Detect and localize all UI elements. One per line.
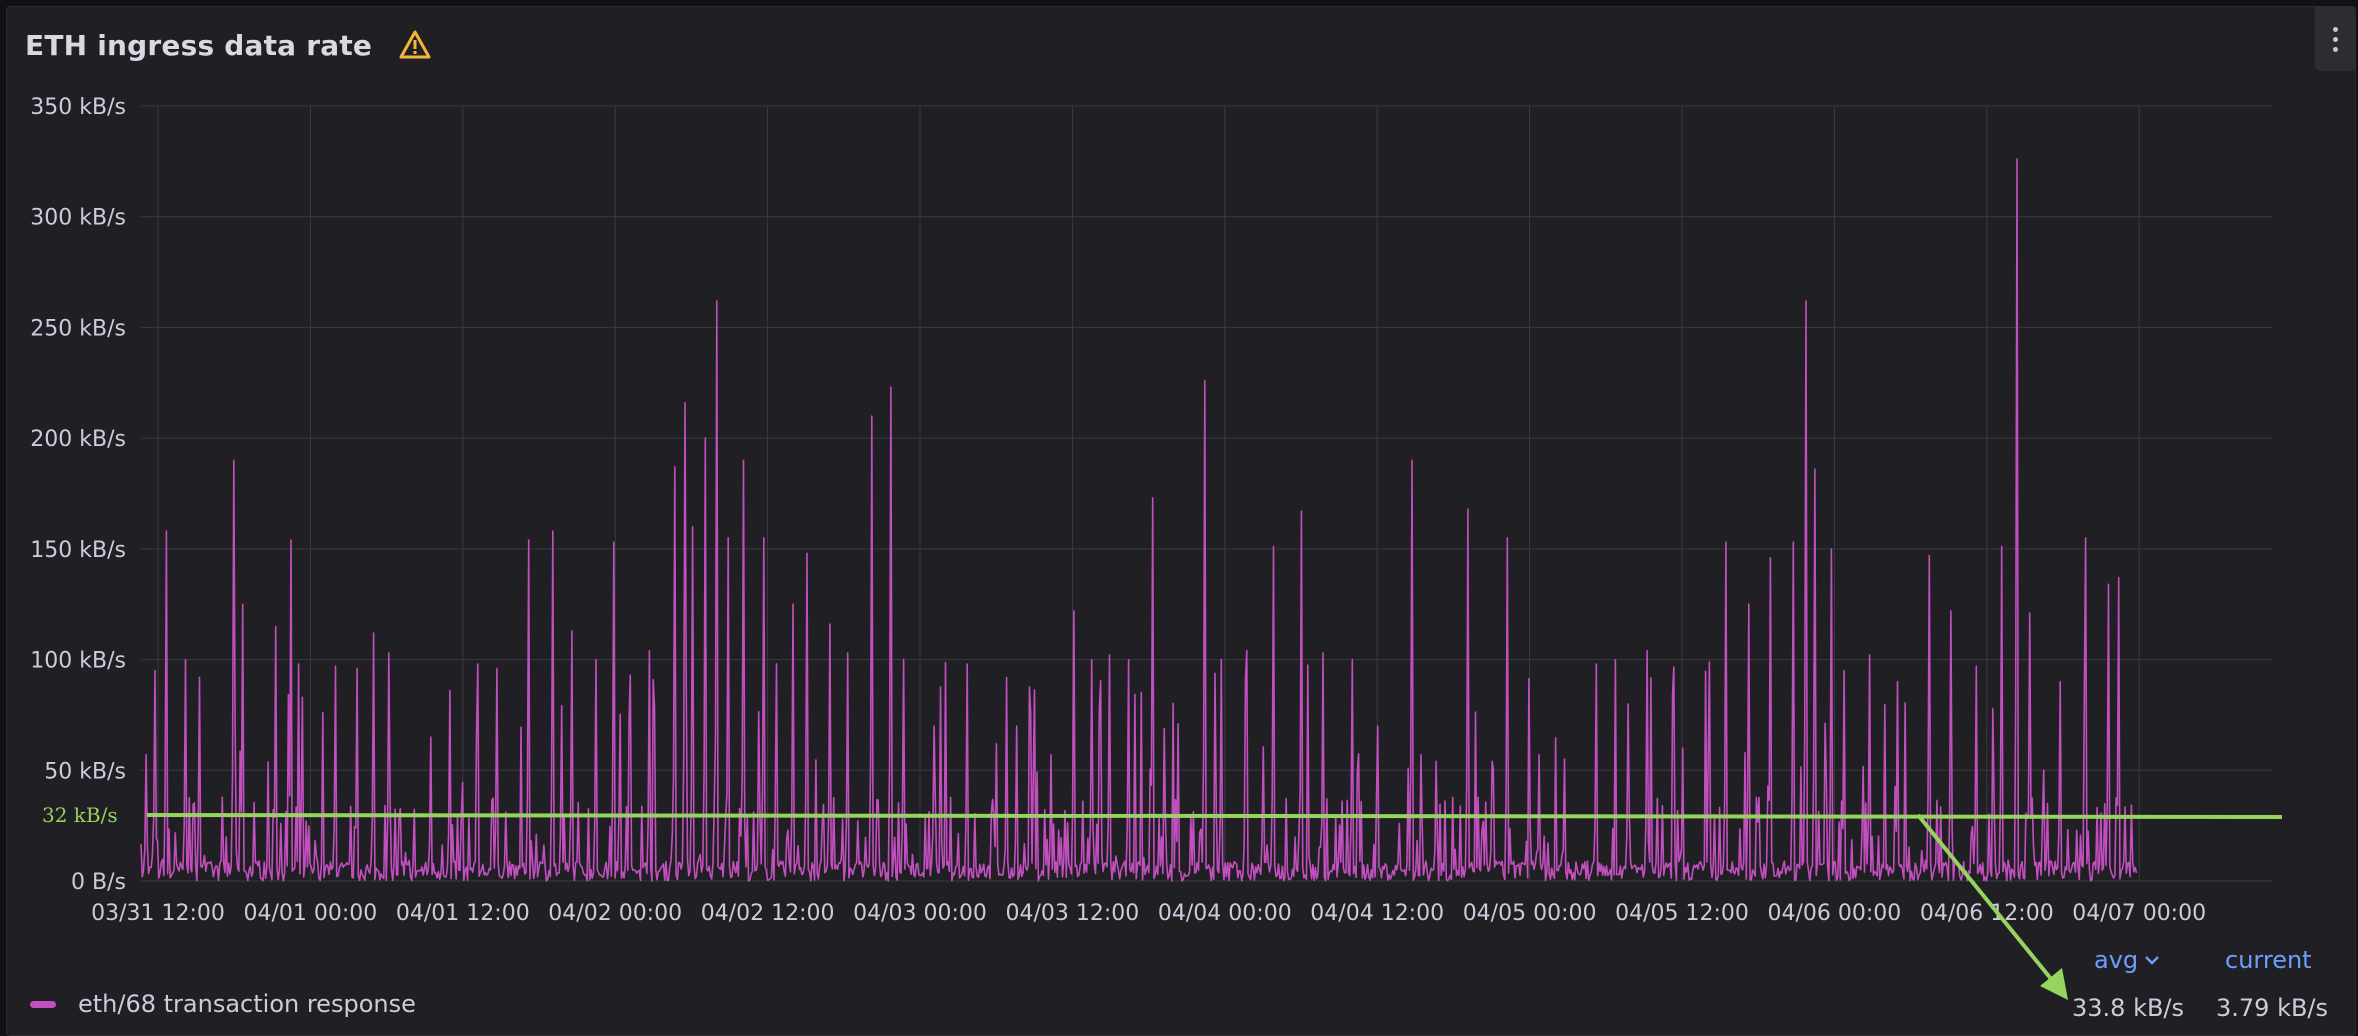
chevron-down-icon (2145, 956, 2160, 965)
x-tick-label: 04/01 00:00 (244, 901, 378, 926)
x-tick-label: 04/01 12:00 (396, 901, 530, 926)
x-tick-label: 04/06 12:00 (1920, 901, 2054, 926)
legend-header-current[interactable]: current (2225, 946, 2312, 974)
y-tick-label: 300 kB/s (30, 206, 126, 231)
x-tick-label: 04/02 12:00 (701, 901, 835, 926)
legend-series-name: eth/68 transaction response (78, 990, 416, 1018)
x-axis: 03/31 12:00 04/01 00:00 04/01 12:00 04/02 0… (91, 901, 2206, 926)
time-series-chart[interactable]: 0 B/s 50 kB/s 100 kB/s 150 kB/s 200 kB/s 250 … (0, 0, 2358, 1036)
y-tick-label: 150 kB/s (30, 538, 126, 563)
x-tick-label: 04/06 00:00 (1768, 901, 1902, 926)
y-tick-label: 350 kB/s (30, 95, 126, 120)
y-tick-label: 0 B/s (71, 870, 126, 895)
x-tick-label: 03/31 12:00 (91, 901, 225, 926)
y-tick-label: 200 kB/s (30, 427, 126, 452)
annotation-label: 32 kB/s (42, 803, 118, 827)
x-tick-label: 04/03 00:00 (853, 901, 987, 926)
x-tick-label: 04/05 12:00 (1615, 901, 1749, 926)
y-tick-label: 250 kB/s (30, 316, 126, 341)
legend-header-avg[interactable]: avg (2094, 946, 2160, 974)
legend-header-avg-label: avg (2094, 946, 2139, 974)
legend-value-avg: 33.8 kB/s (2072, 994, 2185, 1022)
x-tick-label: 04/07 00:00 (2072, 901, 2206, 926)
legend-value-current: 3.79 kB/s (2216, 994, 2329, 1022)
x-tick-label: 04/05 00:00 (1463, 901, 1597, 926)
y-axis: 0 B/s 50 kB/s 100 kB/s 150 kB/s 200 kB/s 250 … (30, 95, 126, 895)
x-tick-label: 04/02 00:00 (548, 901, 682, 926)
annotation-line (146, 813, 2283, 819)
series-line-eth68-transaction-response[interactable] (140, 158, 2138, 882)
x-tick-label: 04/04 00:00 (1158, 901, 1292, 926)
legend-item[interactable]: eth/68 transaction response (30, 990, 416, 1018)
x-tick-label: 04/04 12:00 (1310, 901, 1444, 926)
y-tick-label: 50 kB/s (44, 759, 126, 784)
x-tick-label: 04/03 12:00 (1006, 901, 1140, 926)
y-tick-label: 100 kB/s (30, 649, 126, 674)
legend-swatch (30, 1000, 56, 1008)
